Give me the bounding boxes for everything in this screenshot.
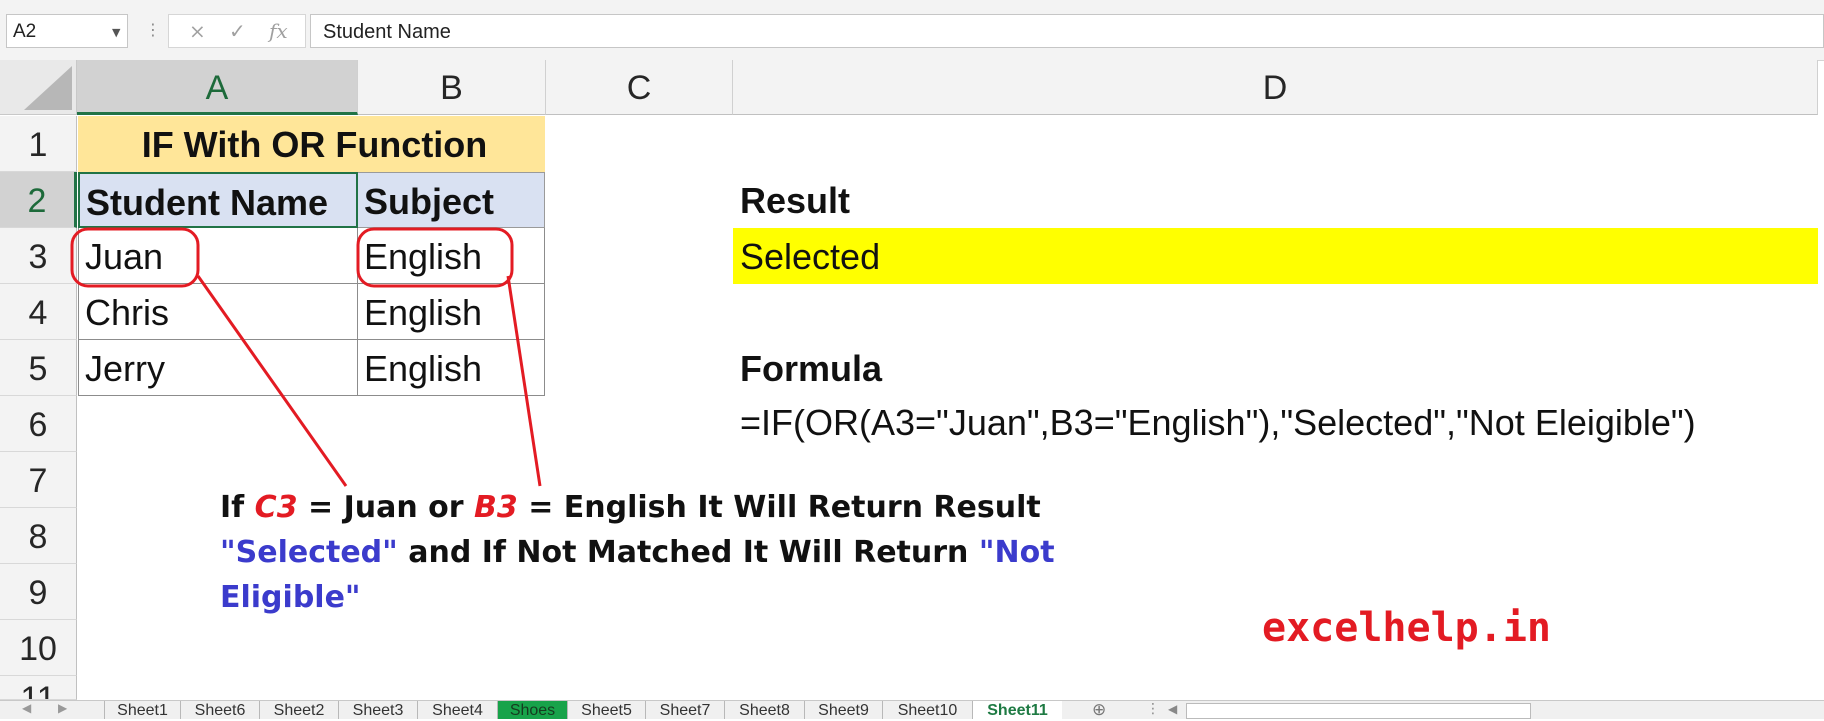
add-sheet-icon[interactable]: ⊕ (1092, 700, 1106, 720)
note-text: and If Not Matched It Will Return (397, 535, 979, 570)
sheet-tab[interactable]: Sheet3 (338, 701, 417, 719)
note-ref-b3: B3 (474, 490, 518, 525)
sheet-tab[interactable]: Sheet5 (567, 701, 645, 719)
callout-circle-english (356, 227, 514, 288)
scroll-left-icon[interactable]: ◀ (22, 701, 31, 715)
more-options-icon[interactable]: ⋮ (1146, 701, 1160, 717)
callout-line-english (506, 275, 542, 487)
sheet-tab[interactable]: Sheet2 (259, 701, 338, 719)
sheet-tab[interactable]: Sheet6 (180, 701, 259, 719)
note-ref-c3: C3 (254, 490, 298, 525)
sheet-tab[interactable]: Sheet4 (417, 701, 497, 719)
sheet-tab[interactable]: Sheet10 (882, 701, 972, 719)
note-selected: "Selected" (220, 535, 398, 570)
scroll-left-icon[interactable]: ◀ (1168, 702, 1177, 716)
callout-circle-juan (70, 227, 200, 288)
note-text: = Juan or (297, 490, 475, 525)
note-text: If (220, 490, 255, 525)
annotation-note: If C3 = Juan or B3 = English It Will Ret… (220, 485, 1100, 620)
horizontal-scrollbar[interactable] (1186, 703, 1531, 719)
watermark-text: excelhelp.in (1262, 605, 1551, 651)
callout-line-juan (196, 275, 348, 487)
sheet-tab[interactable]: Sheet1 (104, 701, 180, 719)
sheet-tab[interactable]: Sheet7 (645, 701, 724, 719)
sheet-tab-active[interactable]: Sheet11 (972, 701, 1062, 719)
note-text: = English It Will Return Result (517, 490, 1041, 525)
sheet-tab[interactable]: Sheet8 (724, 701, 804, 719)
sheet-tab[interactable]: Sheet9 (804, 701, 882, 719)
sheet-tab-shoes[interactable]: Shoes (497, 701, 567, 719)
scroll-right-icon[interactable]: ▶ (58, 701, 67, 715)
